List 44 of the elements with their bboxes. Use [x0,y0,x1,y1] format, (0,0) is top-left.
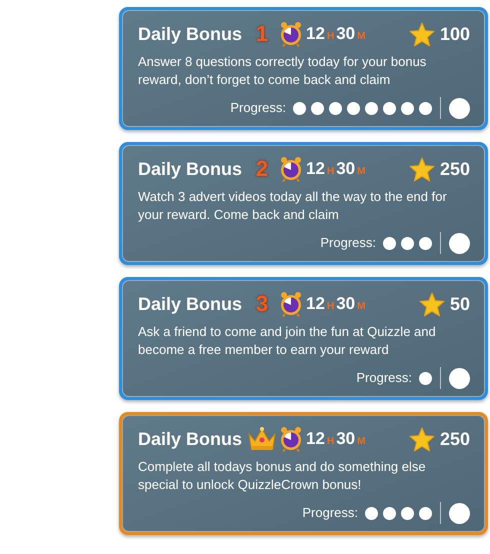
reward-points: 250 [440,158,470,180]
alarm-clock-icon [279,291,304,317]
timer-hours: 12 [306,23,325,46]
progress-label: Progress: [302,504,358,522]
card-title: Daily Bonus [138,292,242,316]
timer-hours: 12 [306,158,325,180]
timer-minutes: 30 [336,428,356,450]
star-icon [418,292,445,316]
timer-minutes: 30 [336,293,356,316]
hours-unit: H [326,300,334,314]
card-title: Daily Bonus [138,158,242,181]
timer-hours: 12 [306,428,325,450]
hours-unit: H [326,435,334,450]
timer-minutes: 30 [336,158,356,180]
bonus-description: Complete all todays bonus and do something else special to unlock QuizzleCrown bonus! [138,458,427,494]
crown-icon [246,426,278,452]
alarm-clock-icon [279,21,304,47]
progress-label: Progress: [356,369,412,388]
bonus-description: Ask a friend to come and join the fun at Quizzle and become a free member to earn your reward [138,323,437,359]
hours-unit: H [326,165,334,180]
progress-label: Progress: [320,234,376,252]
star-icon [408,22,435,46]
bonus-number: 2 [256,158,268,180]
timer-hours: 12 [306,293,325,316]
minutes-unit: M [357,165,366,180]
bonus-number: 1 [256,23,268,45]
reward-points: 250 [440,428,470,450]
timer-minutes: 30 [336,23,356,46]
minutes-unit: M [357,30,366,44]
card-title: Daily Bonus [138,428,242,451]
star-icon [408,156,435,182]
bonus-number: 3 [256,293,268,315]
reward-points: 50 [450,292,470,316]
alarm-clock-icon [279,156,304,182]
minutes-unit: M [357,300,366,314]
bonus-description: Watch 3 advert videos today all the way to the end for your reward. Come back and claim [138,188,448,224]
reward-points: 100 [440,22,470,46]
minutes-unit: M [357,435,366,450]
alarm-clock-icon [279,426,304,452]
bonus-description: Answer 8 questions correctly today for your bonus reward, don’t forget to come back and claim [138,53,428,89]
star-icon [408,426,435,452]
progress-label: Progress: [230,99,286,118]
hours-unit: H [326,30,334,44]
card-title: Daily Bonus [138,22,242,46]
